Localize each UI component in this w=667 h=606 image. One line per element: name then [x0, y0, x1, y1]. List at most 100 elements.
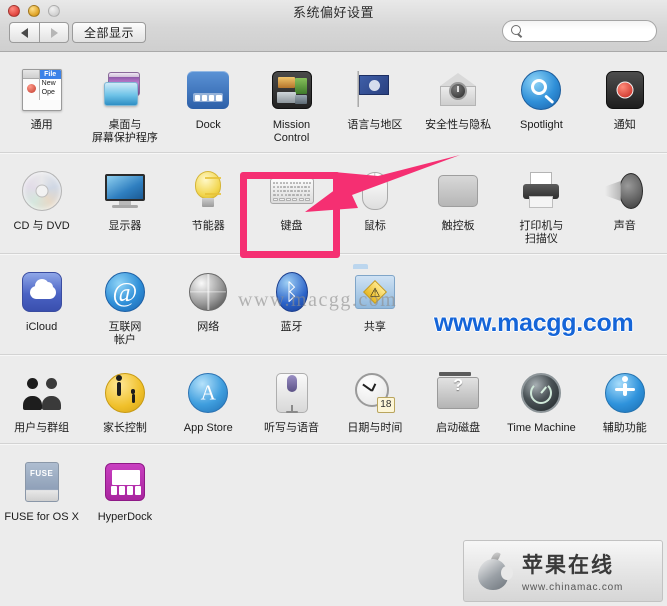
pref-security-privacy[interactable]: 安全性与隐私: [416, 62, 499, 144]
show-all-button[interactable]: 全部显示: [72, 22, 147, 43]
pref-label: HyperDock: [97, 510, 153, 523]
sound-icon: [601, 167, 649, 215]
pref-label: 声音: [613, 220, 636, 232]
apple-logo-icon: [476, 551, 513, 591]
chinamac-badge: 苹果在线 www.chinamac.com: [463, 540, 663, 602]
network-icon: [184, 268, 232, 316]
general-menu-item-2: Ope: [41, 89, 55, 96]
pref-mission-control[interactable]: Mission Control: [250, 62, 333, 144]
pref-label: 触控板: [441, 220, 475, 232]
pref-label: 共享: [363, 321, 386, 333]
pref-label: 鼠标: [363, 220, 386, 232]
parental-controls-icon: [101, 369, 149, 417]
pref-keyboard[interactable]: 键盘: [250, 163, 333, 245]
pref-label: 通用: [30, 119, 53, 131]
navigation-buttons: [9, 22, 69, 43]
pref-trackpad[interactable]: 触控板: [416, 163, 499, 245]
pref-label: 听写与语音: [264, 422, 320, 434]
internet-accounts-icon: @: [101, 268, 149, 316]
pref-energy-saver[interactable]: 节能器: [167, 163, 250, 245]
date-time-icon: 18: [351, 369, 399, 417]
fuse-icon: FUSE: [18, 458, 66, 506]
displays-icon: [101, 167, 149, 215]
back-button[interactable]: [9, 22, 39, 43]
pref-hyperdock[interactable]: HyperDock: [83, 454, 166, 524]
pref-startup-disk[interactable]: ? 启动磁盘: [416, 365, 499, 435]
pref-sound[interactable]: 声音: [583, 163, 666, 245]
notifications-icon: [601, 66, 649, 114]
pref-users-groups[interactable]: 用户与群组: [0, 365, 83, 435]
pref-label: 键盘: [280, 220, 303, 232]
search-input[interactable]: [528, 25, 648, 37]
pref-icloud[interactable]: iCloud: [0, 264, 83, 346]
pref-empty-slot: [333, 454, 416, 524]
security-privacy-icon: [434, 66, 482, 114]
pref-empty-slot: [500, 454, 583, 524]
pref-fuse-for-os-x[interactable]: FUSE FUSE for OS X: [0, 454, 83, 524]
pref-internet-accounts[interactable]: @ 互联网 帐户: [83, 264, 166, 346]
pref-empty-slot: [250, 454, 333, 524]
dictation-speech-icon: [268, 369, 316, 417]
chevron-right-icon: [50, 27, 58, 38]
pref-empty-slot: [167, 454, 250, 524]
pref-label: Spotlight: [520, 119, 563, 131]
keyboard-icon: [268, 167, 316, 215]
window-title: 系统偏好设置: [292, 5, 374, 20]
pref-dock[interactable]: Dock: [167, 62, 250, 144]
pref-printers-scanners[interactable]: 打印机与 扫描仪: [500, 163, 583, 245]
search-icon: [511, 24, 524, 38]
pref-label: 日期与时间: [347, 422, 403, 434]
pref-notifications[interactable]: 通知: [583, 62, 666, 144]
watermark-blue: www.macgg.com: [433, 309, 634, 338]
pref-mouse[interactable]: 鼠标: [333, 163, 416, 245]
dock-icon: [184, 66, 232, 114]
preference-row: 用户与群组 家长控制 A App Store 听写与语音 18 日期与时间 ? …: [0, 355, 667, 444]
pref-label: CD 与 DVD: [13, 220, 70, 232]
hyperdock-icon: [101, 458, 149, 506]
preference-row: CD 与 DVD 显示器 节能器 键盘 鼠标 触控板 打印机与 扫描仪 声音: [0, 153, 667, 254]
users-groups-icon: [18, 369, 66, 417]
pref-desktop-screensaver[interactable]: 桌面与 屏幕保护程序: [83, 62, 166, 144]
startup-disk-icon: ?: [434, 369, 482, 417]
pref-label: 显示器: [108, 220, 142, 232]
pref-accessibility[interactable]: 辅助功能: [583, 365, 666, 435]
pref-empty-slot: [583, 454, 666, 524]
mission-control-icon: [268, 66, 316, 114]
badge-url: www.chinamac.com: [522, 582, 624, 593]
preference-row: FUSE FUSE for OS X HyperDock: [0, 444, 667, 532]
pref-label: App Store: [183, 422, 233, 434]
badge-title: 苹果在线: [522, 554, 614, 577]
general-menu-item-1: New: [41, 80, 56, 87]
pref-displays[interactable]: 显示器: [83, 163, 166, 245]
time-machine-icon: [517, 369, 565, 417]
pref-date-time[interactable]: 18 日期与时间: [333, 365, 416, 435]
pref-label: 辅助功能: [602, 422, 647, 434]
language-region-icon: [351, 66, 399, 114]
pref-cd-dvd[interactable]: CD 与 DVD: [0, 163, 83, 245]
watermark-gray: www.macgg.com: [238, 289, 398, 311]
pref-label: 打印机与 扫描仪: [519, 220, 564, 245]
forward-button: [39, 22, 69, 43]
pref-time-machine[interactable]: Time Machine: [500, 365, 583, 435]
pref-dictation-speech[interactable]: 听写与语音: [250, 365, 333, 435]
pref-label: Dock: [195, 119, 221, 131]
general-icon: File New Ope: [18, 66, 66, 114]
pref-language-region[interactable]: 语言与地区: [333, 62, 416, 144]
pref-label: 节能器: [191, 220, 225, 232]
pref-app-store[interactable]: A App Store: [167, 365, 250, 435]
at-symbol: @: [104, 272, 145, 312]
pref-general[interactable]: File New Ope 通用: [0, 62, 83, 144]
pref-label: 通知: [613, 119, 636, 131]
pref-label: 安全性与隐私: [425, 119, 492, 131]
calendar-day: 18: [376, 397, 395, 413]
pref-parental-controls[interactable]: 家长控制: [83, 365, 166, 435]
pref-label: FUSE for OS X: [4, 510, 79, 523]
search-field[interactable]: [502, 20, 657, 42]
pref-label: 启动磁盘: [436, 422, 481, 434]
desktop-screensaver-icon: [101, 66, 149, 114]
trackpad-icon: [434, 167, 482, 215]
disk-glyph: ?: [453, 377, 464, 394]
cd-dvd-icon: [18, 167, 66, 215]
pref-label: Time Machine: [507, 422, 576, 434]
pref-spotlight[interactable]: Spotlight: [500, 62, 583, 144]
